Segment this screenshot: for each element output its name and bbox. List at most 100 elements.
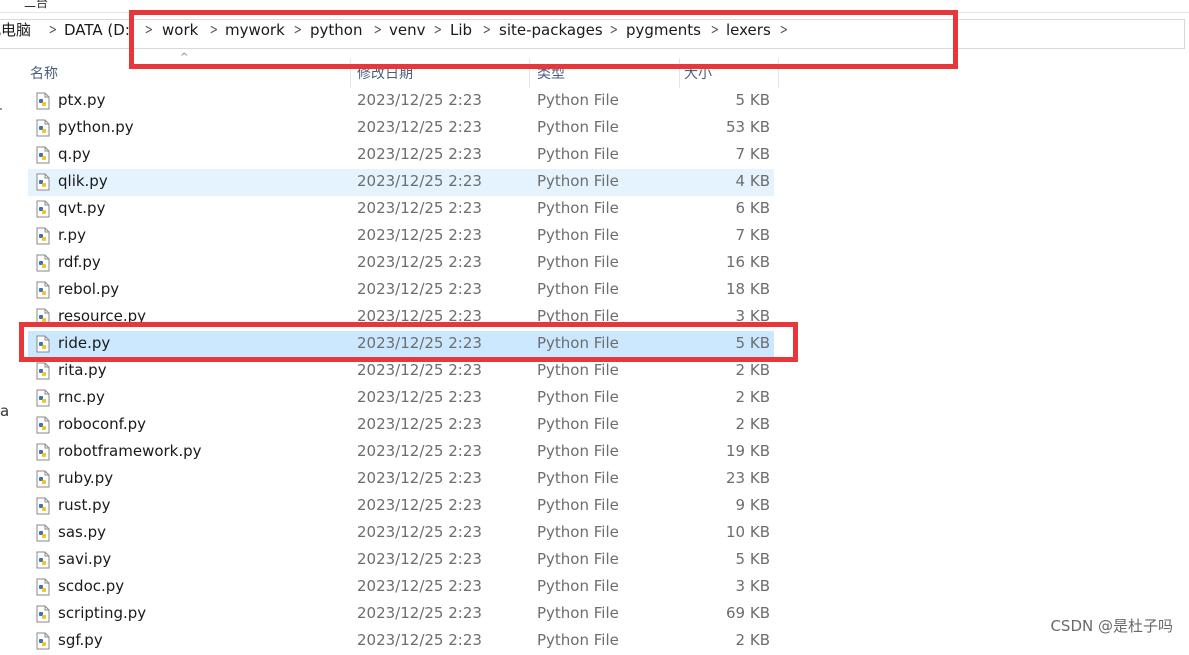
- file-size: 2 KB: [735, 631, 770, 649]
- file-row[interactable]: savi.py 2023/12/25 2:23 Python File 5 KB: [28, 547, 774, 574]
- file-date: 2023/12/25 2:23: [357, 415, 482, 433]
- column-header-type[interactable]: 类型: [537, 63, 565, 83]
- file-row[interactable]: q.py 2023/12/25 2:23 Python File 7 KB: [28, 142, 774, 169]
- breadcrumb-item-this-pc[interactable]: 此电脑: [0, 19, 31, 41]
- chevron-right-icon[interactable]: >: [145, 19, 153, 41]
- python-file-icon: [36, 92, 50, 110]
- python-file-icon: [36, 389, 50, 407]
- breadcrumb-item-data-drive[interactable]: DATA (D:: [64, 19, 130, 41]
- python-file-icon: [36, 605, 50, 623]
- file-date: 2023/12/25 2:23: [357, 145, 482, 163]
- file-type: Python File: [537, 469, 619, 487]
- python-file-icon: [36, 227, 50, 245]
- file-size: 10 KB: [726, 523, 770, 541]
- file-size: 5 KB: [735, 550, 770, 568]
- column-divider[interactable]: [350, 58, 351, 88]
- file-row[interactable]: sas.py 2023/12/25 2:23 Python File 10 KB: [28, 520, 774, 547]
- file-name: rebol.py: [58, 280, 120, 298]
- file-row[interactable]: qvt.py 2023/12/25 2:23 Python File 6 KB: [28, 196, 774, 223]
- column-divider[interactable]: [778, 58, 779, 88]
- file-date: 2023/12/25 2:23: [357, 604, 482, 622]
- file-type: Python File: [537, 172, 619, 190]
- file-name: r.py: [58, 226, 86, 244]
- chevron-right-icon[interactable]: >: [434, 19, 442, 41]
- file-type: Python File: [537, 199, 619, 217]
- window-top-strip: 二台: [0, 0, 1189, 13]
- file-row[interactable]: rebol.py 2023/12/25 2:23 Python File 18 KB: [28, 277, 774, 304]
- breadcrumb-item-mywork[interactable]: mywork: [225, 19, 285, 41]
- file-size: 2 KB: [735, 361, 770, 379]
- file-row[interactable]: rita.py 2023/12/25 2:23 Python File 2 KB: [28, 358, 774, 385]
- file-row[interactable]: roboconf.py 2023/12/25 2:23 Python File 2 K…: [28, 412, 774, 439]
- file-row[interactable]: rnc.py 2023/12/25 2:23 Python File 2 KB: [28, 385, 774, 412]
- file-date: 2023/12/25 2:23: [357, 280, 482, 298]
- file-row[interactable]: ruby.py 2023/12/25 2:23 Python File 23 KB: [28, 466, 774, 493]
- file-row[interactable]: sgf.py 2023/12/25 2:23 Python File 2 KB: [28, 628, 774, 655]
- file-size: 23 KB: [726, 469, 770, 487]
- file-row[interactable]: scripting.py 2023/12/25 2:23 Python File 69…: [28, 601, 774, 628]
- column-header-row: 名称 修改日期 类型 大小: [22, 58, 782, 88]
- column-divider[interactable]: [529, 58, 530, 88]
- file-type: Python File: [537, 361, 619, 379]
- file-row[interactable]: python.py 2023/12/25 2:23 Python File 53 KB: [28, 115, 774, 142]
- file-date: 2023/12/25 2:23: [357, 199, 482, 217]
- file-size: 19 KB: [726, 442, 770, 460]
- file-type: Python File: [537, 577, 619, 595]
- chevron-right-icon[interactable]: >: [780, 19, 788, 41]
- file-name: sas.py: [58, 523, 106, 541]
- column-header-date[interactable]: 修改日期: [357, 63, 413, 83]
- python-file-icon: [36, 173, 50, 191]
- file-name: rust.py: [58, 496, 111, 514]
- file-row[interactable]: rust.py 2023/12/25 2:23 Python File 9 KB: [28, 493, 774, 520]
- column-divider[interactable]: [679, 58, 680, 88]
- file-name: ruby.py: [58, 469, 114, 487]
- file-type: Python File: [537, 523, 619, 541]
- python-file-icon: [36, 578, 50, 596]
- file-row[interactable]: qlik.py 2023/12/25 2:23 Python File 4 KB: [28, 169, 774, 196]
- python-file-icon: [36, 362, 50, 380]
- column-header-size[interactable]: 大小: [684, 63, 712, 83]
- file-row[interactable]: robotframework.py 2023/12/25 2:23 Python F…: [28, 439, 774, 466]
- file-type: Python File: [537, 145, 619, 163]
- breadcrumb-item-pygments[interactable]: pygments: [626, 19, 701, 41]
- file-row[interactable]: rdf.py 2023/12/25 2:23 Python File 16 KB: [28, 250, 774, 277]
- breadcrumb-item-venv[interactable]: venv: [389, 19, 426, 41]
- file-row[interactable]: scdoc.py 2023/12/25 2:23 Python File 3 KB: [28, 574, 774, 601]
- file-name: roboconf.py: [58, 415, 147, 433]
- breadcrumb-item-site-packages[interactable]: site-packages: [499, 19, 603, 41]
- file-name: resource.py: [58, 307, 147, 325]
- breadcrumb-item-work[interactable]: work: [162, 19, 198, 41]
- chevron-right-icon[interactable]: >: [610, 19, 618, 41]
- file-row[interactable]: ride.py 2023/12/25 2:23 Python File 5 KB: [28, 331, 774, 358]
- file-name: rdf.py: [58, 253, 101, 271]
- chevron-right-icon[interactable]: >: [483, 19, 491, 41]
- file-date: 2023/12/25 2:23: [357, 91, 482, 109]
- chevron-right-icon[interactable]: >: [294, 19, 302, 41]
- chevron-right-icon[interactable]: >: [210, 19, 218, 41]
- python-file-icon: [36, 281, 50, 299]
- file-size: 7 KB: [735, 226, 770, 244]
- file-date: 2023/12/25 2:23: [357, 226, 482, 244]
- breadcrumb-item-lib[interactable]: Lib: [450, 19, 472, 41]
- top-fragment-text: 二台: [24, 0, 49, 10]
- file-row[interactable]: r.py 2023/12/25 2:23 Python File 7 KB: [28, 223, 774, 250]
- file-type: Python File: [537, 253, 619, 271]
- file-date: 2023/12/25 2:23: [357, 442, 482, 460]
- chevron-right-icon[interactable]: >: [711, 19, 719, 41]
- file-name: ptx.py: [58, 91, 106, 109]
- file-date: 2023/12/25 2:23: [357, 469, 482, 487]
- file-type: Python File: [537, 604, 619, 622]
- breadcrumb-item-lexers[interactable]: lexers: [726, 19, 771, 41]
- column-header-name[interactable]: 名称: [30, 63, 58, 83]
- file-row[interactable]: ptx.py 2023/12/25 2:23 Python File 5 KB: [28, 88, 774, 115]
- file-date: 2023/12/25 2:23: [357, 523, 482, 541]
- chevron-right-icon[interactable]: >: [374, 19, 382, 41]
- file-name: robotframework.py: [58, 442, 202, 460]
- file-date: 2023/12/25 2:23: [357, 577, 482, 595]
- chevron-right-icon[interactable]: >: [49, 19, 57, 41]
- python-file-icon: [36, 632, 50, 650]
- file-row[interactable]: resource.py 2023/12/25 2:23 Python File 3 K…: [28, 304, 774, 331]
- file-size: 7 KB: [735, 145, 770, 163]
- breadcrumb-item-python[interactable]: python: [310, 19, 362, 41]
- python-file-icon: [36, 524, 50, 542]
